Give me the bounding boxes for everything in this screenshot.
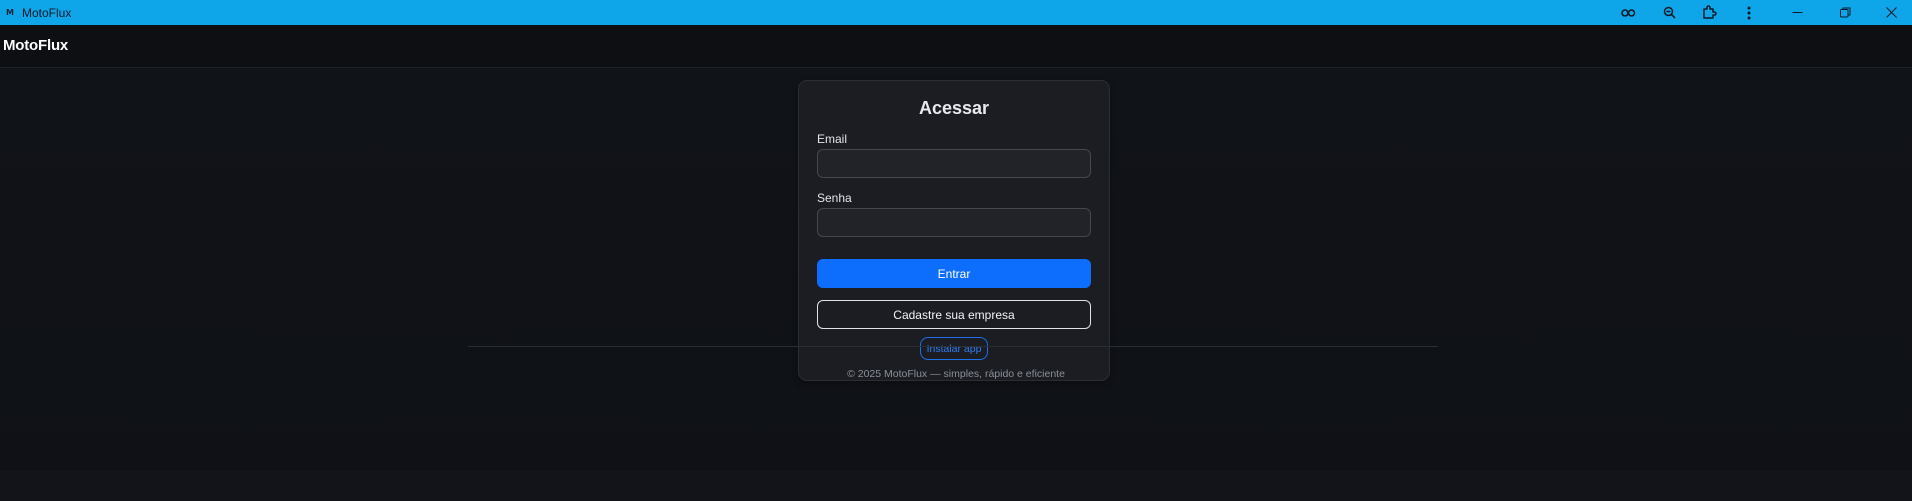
app-header: MotoFlux [0,25,1912,68]
main-content: Acessar Email Senha Entrar Cadastre sua … [0,68,1912,501]
brand-logo[interactable]: MotoFlux [3,37,68,54]
key-icon[interactable] [1614,0,1644,25]
close-icon[interactable] [1876,0,1906,25]
email-label: Email [817,132,848,146]
password-field[interactable] [817,208,1091,237]
login-title: Acessar [918,98,990,118]
window-titlebar: M MotoFlux [0,0,1912,25]
install-app-button[interactable]: Instalar app [920,337,988,360]
footer-divider [468,346,1438,347]
footer-copyright: © 2025 MotoFlux — simples, rápido e efic… [847,368,1065,380]
zoom-out-icon[interactable] [1654,0,1684,25]
email-field[interactable] [817,149,1091,178]
login-card: Acessar Email Senha Entrar Cadastre sua … [798,80,1110,381]
restore-icon[interactable] [1830,0,1860,25]
extension-icon[interactable] [1694,0,1724,25]
password-label: Senha [817,191,852,205]
more-vertical-icon[interactable] [1734,0,1764,25]
app-icon: M [6,8,14,17]
window-title: MotoFlux [22,5,72,20]
bottom-band [0,471,1912,501]
minimize-icon[interactable] [1782,0,1812,25]
submit-button[interactable]: Entrar [817,259,1091,288]
register-company-button[interactable]: Cadastre sua empresa [817,300,1091,329]
